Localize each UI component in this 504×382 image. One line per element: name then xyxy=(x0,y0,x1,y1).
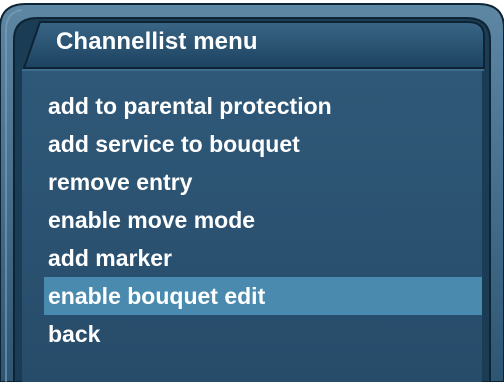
menu-item-add-to-parental-protection[interactable]: add to parental protection xyxy=(44,87,482,125)
channellist-menu: add to parental protection add service t… xyxy=(44,87,482,353)
menu-item-enable-move-mode[interactable]: enable move mode xyxy=(44,201,482,239)
menu-title: Channellist menu xyxy=(56,28,258,55)
menu-item-back[interactable]: back xyxy=(44,315,482,353)
menu-item-add-service-to-bouquet[interactable]: add service to bouquet xyxy=(44,125,482,163)
menu-item-add-marker[interactable]: add marker xyxy=(44,239,482,277)
menu-item-remove-entry[interactable]: remove entry xyxy=(44,163,482,201)
menu-item-enable-bouquet-edit[interactable]: enable bouquet edit xyxy=(44,277,482,315)
